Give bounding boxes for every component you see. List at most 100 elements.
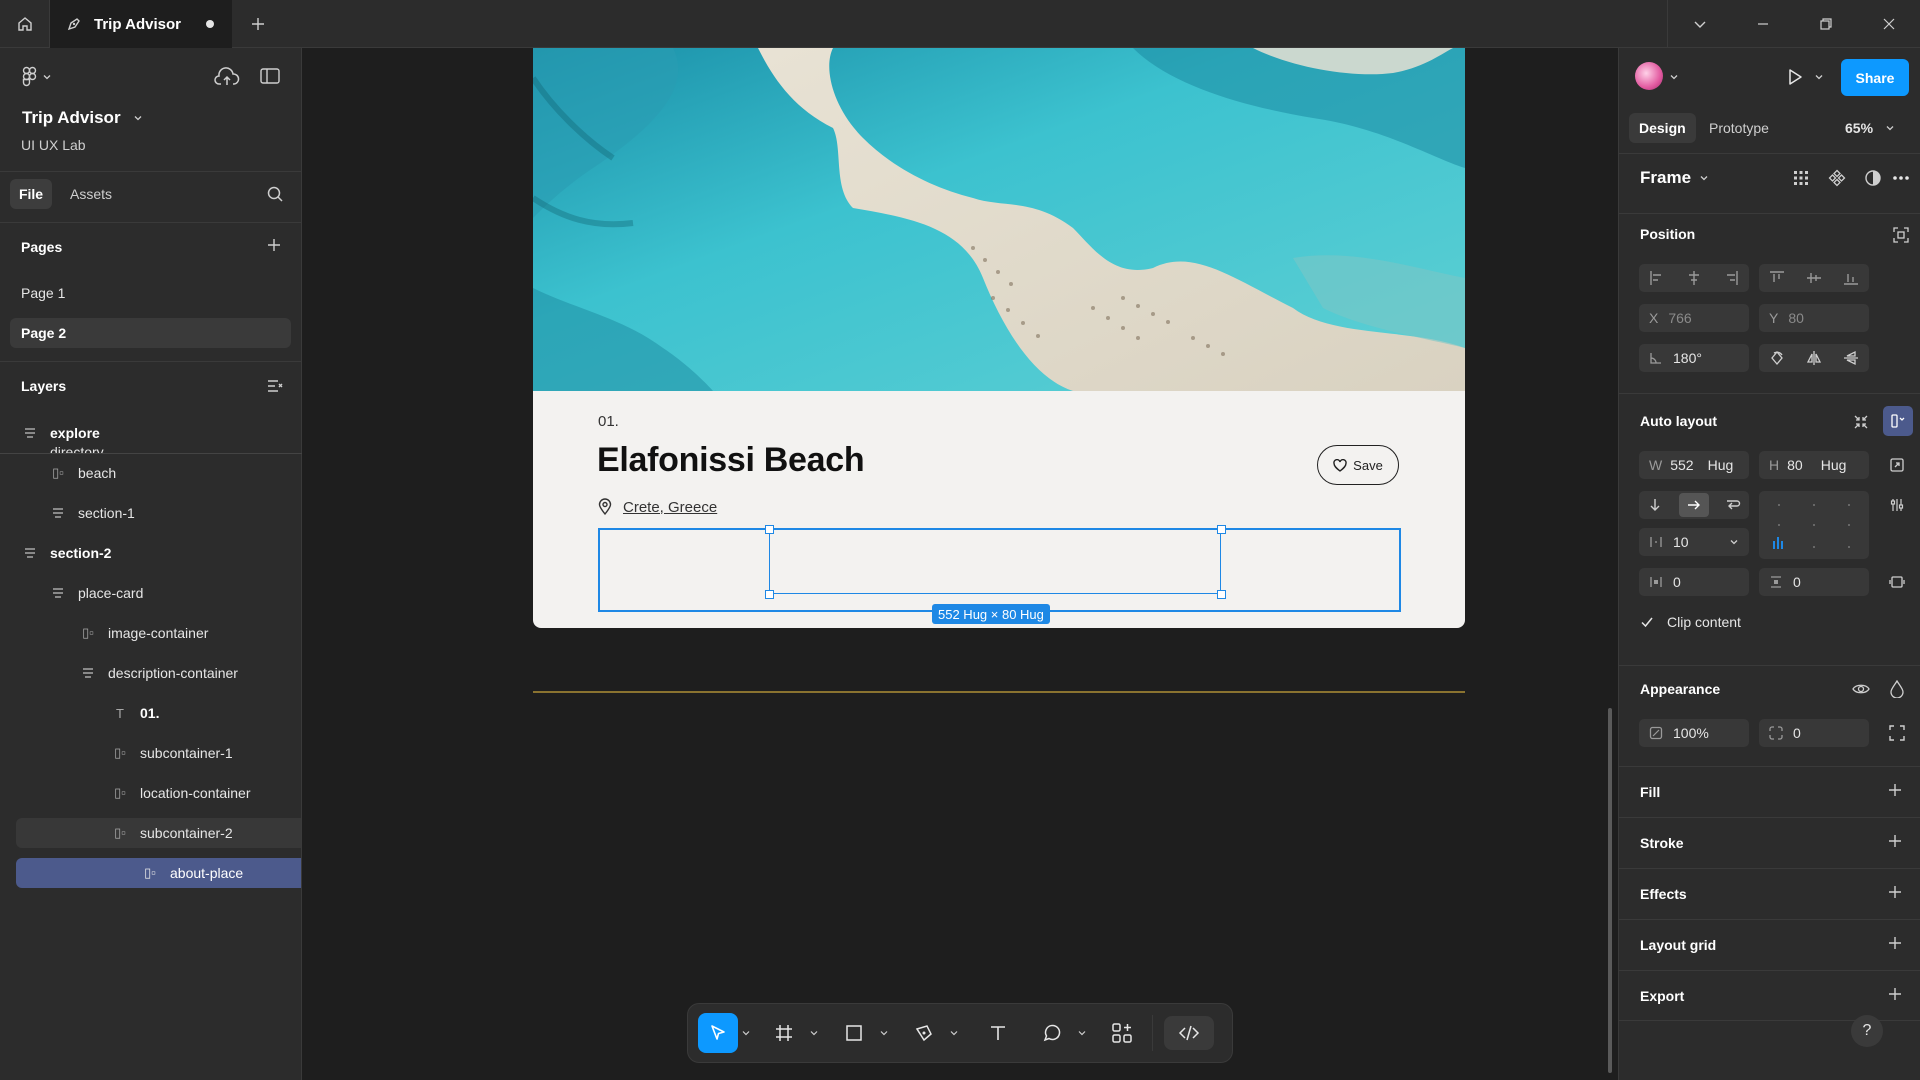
create-component-button[interactable] bbox=[1823, 164, 1851, 192]
avatar[interactable] bbox=[1635, 62, 1663, 90]
text-tool-button[interactable] bbox=[976, 1013, 1020, 1053]
flip-horizontal-icon[interactable] bbox=[1806, 350, 1822, 366]
layer-subcontainer-2[interactable]: ▯▫ subcontainer-2 bbox=[16, 818, 301, 848]
frame-tool-menu[interactable] bbox=[806, 1029, 822, 1037]
arrow-down-icon[interactable] bbox=[1647, 497, 1663, 513]
individual-padding-button[interactable] bbox=[1883, 568, 1911, 596]
align-top-icon[interactable] bbox=[1769, 270, 1785, 286]
resizing-button[interactable] bbox=[1883, 451, 1911, 479]
tab-prototype[interactable]: Prototype bbox=[1699, 113, 1779, 143]
file-tab[interactable]: Trip Advisor bbox=[50, 0, 232, 48]
help-button[interactable]: ? bbox=[1851, 1015, 1883, 1047]
layers-search-button[interactable] bbox=[266, 185, 284, 203]
home-button[interactable] bbox=[0, 0, 50, 48]
checkbox-checked-icon[interactable] bbox=[1639, 614, 1655, 630]
shape-tool-button[interactable] bbox=[832, 1013, 876, 1053]
dev-mode-button[interactable] bbox=[1161, 1013, 1217, 1053]
layer-01-text[interactable]: T 01. bbox=[0, 698, 301, 728]
flip-vertical-icon[interactable] bbox=[1843, 350, 1859, 366]
present-menu-button[interactable] bbox=[1811, 63, 1827, 91]
share-button[interactable]: Share bbox=[1841, 59, 1909, 96]
constraints-button[interactable] bbox=[1887, 221, 1915, 249]
resize-handle[interactable] bbox=[765, 525, 774, 534]
clip-content-row[interactable]: Clip content bbox=[1639, 614, 1741, 630]
horizontal-padding-field[interactable]: 0 bbox=[1639, 568, 1749, 596]
layer-about-place[interactable]: ▯▫ about-place bbox=[16, 858, 301, 888]
align-bottom-icon[interactable] bbox=[1843, 270, 1859, 286]
beach-image[interactable] bbox=[533, 48, 1465, 391]
mask-button[interactable] bbox=[1859, 164, 1887, 192]
rotation-field[interactable]: 180° bbox=[1639, 344, 1749, 372]
plus-icon[interactable] bbox=[1887, 782, 1903, 798]
rotate-icon[interactable] bbox=[1769, 350, 1785, 366]
new-tab-button[interactable] bbox=[236, 0, 280, 48]
wrap-icon[interactable] bbox=[1725, 497, 1741, 513]
place-card[interactable]: 01. Elafonissi Beach Crete, Greece Save … bbox=[533, 48, 1465, 628]
layer-section-1[interactable]: section-1 bbox=[0, 498, 301, 528]
tab-design[interactable]: Design bbox=[1629, 113, 1696, 143]
visibility-button[interactable] bbox=[1847, 675, 1875, 703]
align-left-icon[interactable] bbox=[1649, 270, 1665, 286]
comment-tool-button[interactable] bbox=[1030, 1013, 1074, 1053]
comment-tool-menu[interactable] bbox=[1074, 1029, 1090, 1037]
zoom-dropdown[interactable]: 65% bbox=[1845, 113, 1895, 143]
plus-icon[interactable] bbox=[1887, 884, 1903, 900]
advanced-layout-button[interactable] bbox=[1883, 491, 1911, 519]
resize-handle[interactable] bbox=[1217, 525, 1226, 534]
resize-handle[interactable] bbox=[1217, 590, 1226, 599]
align-right-icon[interactable] bbox=[1723, 270, 1739, 286]
layer-image-container[interactable]: ▯▫ image-container bbox=[0, 618, 301, 648]
x-field[interactable]: X 766 bbox=[1639, 304, 1749, 332]
gap-field[interactable]: 10 bbox=[1639, 528, 1749, 556]
move-tool-button[interactable] bbox=[698, 1013, 738, 1053]
align-middle-icon[interactable] bbox=[1806, 270, 1822, 286]
direction-horizontal-active[interactable] bbox=[1679, 493, 1709, 517]
h-mode[interactable]: Hug bbox=[1821, 457, 1847, 473]
more-options-button[interactable] bbox=[1887, 164, 1915, 192]
frame-type-dropdown[interactable]: Frame bbox=[1640, 168, 1709, 188]
blend-mode-button[interactable] bbox=[1883, 675, 1911, 703]
move-tool-menu[interactable] bbox=[738, 1029, 754, 1037]
add-page-button[interactable] bbox=[266, 237, 282, 253]
canvas-scrollbar[interactable] bbox=[1608, 708, 1612, 1073]
shape-tool-menu[interactable] bbox=[876, 1029, 892, 1037]
individual-corners-button[interactable] bbox=[1883, 719, 1911, 747]
auto-layout-settings-button[interactable] bbox=[1883, 406, 1913, 436]
main-menu-button[interactable] bbox=[22, 66, 52, 88]
frame-tool-button[interactable] bbox=[762, 1013, 806, 1053]
alignment-grid[interactable] bbox=[1759, 491, 1869, 559]
width-field[interactable]: W 552 Hug bbox=[1639, 451, 1749, 479]
pen-tool-button[interactable] bbox=[902, 1013, 946, 1053]
align-center-h-icon[interactable] bbox=[1686, 270, 1702, 286]
upload-button[interactable] bbox=[214, 66, 240, 88]
remove-auto-layout-button[interactable] bbox=[1847, 408, 1875, 436]
layer-location-container[interactable]: ▯▫ location-container bbox=[0, 778, 301, 808]
vertical-padding-field[interactable]: 0 bbox=[1759, 568, 1869, 596]
location-link[interactable]: Crete, Greece bbox=[623, 499, 717, 516]
corner-radius-field[interactable]: 0 bbox=[1759, 719, 1869, 747]
layer-subcontainer-1[interactable]: ▯▫ subcontainer-1 bbox=[0, 738, 301, 768]
save-button[interactable]: Save bbox=[1317, 445, 1399, 485]
toggle-sidebar-button[interactable] bbox=[260, 67, 280, 85]
layer-section-2[interactable]: section-2 bbox=[0, 538, 301, 568]
project-name-button[interactable]: Trip Advisor bbox=[22, 108, 143, 128]
page-item-1[interactable]: Page 1 bbox=[10, 278, 291, 308]
tabs-dropdown-button[interactable] bbox=[1668, 0, 1731, 48]
y-field[interactable]: Y 80 bbox=[1759, 304, 1869, 332]
layer-directory[interactable]: directory bbox=[0, 433, 301, 453]
tab-file[interactable]: File bbox=[10, 179, 52, 209]
w-mode[interactable]: Hug bbox=[1708, 457, 1734, 473]
actions-button[interactable] bbox=[1100, 1013, 1144, 1053]
plus-icon[interactable] bbox=[1887, 986, 1903, 1002]
restore-button[interactable] bbox=[1794, 0, 1857, 48]
frame-grid-button[interactable] bbox=[1787, 164, 1815, 192]
opacity-field[interactable]: 100% bbox=[1639, 719, 1749, 747]
subcontainer-selection[interactable] bbox=[769, 529, 1221, 594]
layer-beach[interactable]: ▯▫ beach bbox=[0, 458, 301, 488]
close-window-button[interactable] bbox=[1857, 0, 1920, 48]
plus-icon[interactable] bbox=[1887, 935, 1903, 951]
page-item-2[interactable]: Page 2 bbox=[10, 318, 291, 348]
minimize-button[interactable] bbox=[1731, 0, 1794, 48]
layer-place-card[interactable]: place-card bbox=[0, 578, 301, 608]
design-canvas[interactable]: 01. Elafonissi Beach Crete, Greece Save … bbox=[302, 48, 1618, 1080]
